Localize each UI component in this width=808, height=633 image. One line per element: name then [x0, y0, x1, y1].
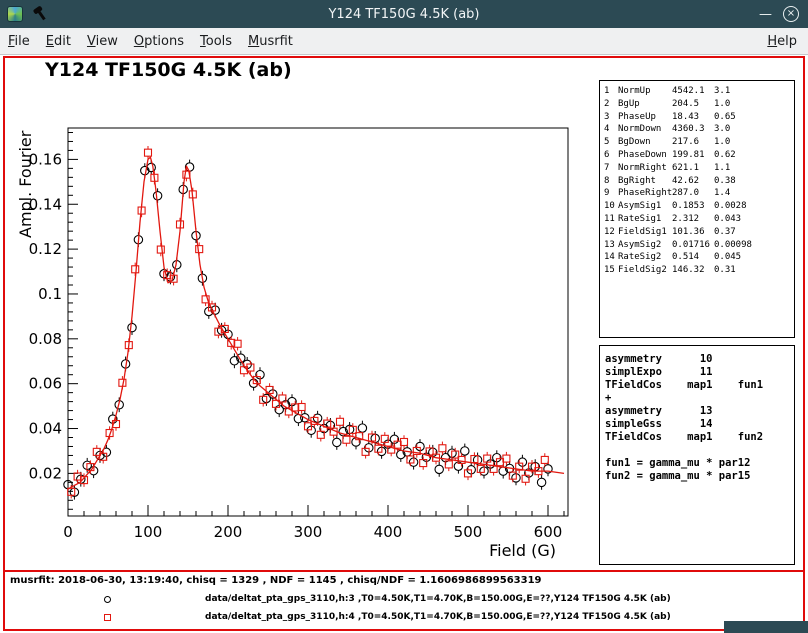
svg-text:0.08: 0.08 [29, 330, 62, 348]
param-row: 3PhaseUp18.430.65 [604, 111, 794, 124]
menu-item-view[interactable]: View [79, 34, 126, 49]
circle-marker-icon [104, 596, 111, 603]
parameters-box: 1NormUp4542.13.12BgUp204.51.03PhaseUp18.… [599, 80, 795, 338]
window-controls: — × [759, 0, 799, 28]
pin-icon [30, 4, 49, 23]
legend-label: data/deltat_pta_gps_3110,h:3 ,T0=4.50K,T… [205, 594, 671, 604]
theory-box: asymmetry 10 simplExpo 11 TFieldCos map1… [599, 345, 795, 565]
param-row: 2BgUp204.51.0 [604, 98, 794, 111]
svg-text:0.04: 0.04 [29, 420, 62, 438]
legend-row: data/deltat_pta_gps_3110,h:3 ,T0=4.50K,T… [5, 591, 803, 609]
menubar: FileEditViewOptionsToolsMusrfit Help [0, 28, 808, 55]
param-row: 6PhaseDown199.810.62 [604, 149, 794, 162]
titlebar[interactable]: Y124 TF150G 4.5K (ab) — × [0, 0, 808, 28]
param-row: 9PhaseRight287.01.4 [604, 187, 794, 200]
param-row: 8BgRight42.620.38 [604, 175, 794, 188]
square-marker-icon [104, 614, 111, 621]
svg-text:600: 600 [534, 523, 563, 541]
minimize-button[interactable]: — [759, 8, 772, 21]
svg-text:Field (G): Field (G) [489, 541, 556, 560]
legend-row: data/deltat_pta_gps_3110,h:4 ,T0=4.50K,T… [5, 609, 803, 627]
svg-text:500: 500 [454, 523, 483, 541]
svg-text:200: 200 [214, 523, 243, 541]
svg-text:300: 300 [294, 523, 323, 541]
param-row: 1NormUp4542.13.1 [604, 85, 794, 98]
legend-label: data/deltat_pta_gps_3110,h:4 ,T0=4.50K,T… [205, 612, 671, 622]
svg-text:0: 0 [63, 523, 73, 541]
app-icon [7, 6, 23, 22]
menu-items: FileEditViewOptionsToolsMusrfit [0, 34, 301, 49]
root-canvas[interactable]: Y124 TF150G 4.5K (ab) 010020030040050060… [3, 56, 805, 631]
svg-text:0.1: 0.1 [38, 285, 62, 303]
close-icon: × [787, 9, 795, 19]
param-row: 12FieldSig1101.360.37 [604, 226, 794, 239]
svg-text:0.02: 0.02 [29, 464, 62, 482]
param-row: 11RateSig12.3120.043 [604, 213, 794, 226]
param-row: 15FieldSig2146.320.31 [604, 264, 794, 277]
param-row: 13AsymSig20.017160.00098 [604, 239, 794, 252]
param-row: 5BgDown217.61.0 [604, 136, 794, 149]
param-row: 4NormDown4360.33.0 [604, 123, 794, 136]
menu-item-options[interactable]: Options [126, 34, 192, 49]
svg-text:0.06: 0.06 [29, 375, 62, 393]
param-row: 14RateSig20.5140.045 [604, 251, 794, 264]
menu-item-file[interactable]: File [0, 34, 38, 49]
divider-line [5, 570, 803, 572]
svg-text:0.12: 0.12 [29, 240, 62, 258]
desktop-corner [724, 621, 808, 633]
close-button[interactable]: × [783, 6, 799, 22]
svg-text:100: 100 [134, 523, 163, 541]
plot-svg: 0 100 200 300 400 500 600 0.02 0.04 0.06 0.08 0.1 0.… [5, 58, 605, 578]
menu-item-tools[interactable]: Tools [192, 34, 240, 49]
param-row: 10AsymSig10.18530.0028 [604, 200, 794, 213]
titlebar-icons [7, 6, 47, 22]
svg-text:Ampl. Fourier: Ampl. Fourier [16, 130, 35, 238]
fit-info: musrfit: 2018-06-30, 13:19:40, chisq = 1… [10, 575, 542, 586]
window-title: Y124 TF150G 4.5K (ab) [0, 0, 808, 28]
theory-text: asymmetry 10 simplExpo 11 TFieldCos map1… [605, 353, 794, 483]
app-window: Y124 TF150G 4.5K (ab) — × FileEditViewOp… [0, 0, 808, 633]
menu-item-edit[interactable]: Edit [38, 34, 79, 49]
param-row: 7NormRight621.11.1 [604, 162, 794, 175]
menu-item-musrfit[interactable]: Musrfit [240, 34, 301, 49]
menu-item-help[interactable]: Help [759, 34, 805, 49]
svg-text:400: 400 [374, 523, 403, 541]
legend: data/deltat_pta_gps_3110,h:3 ,T0=4.50K,T… [5, 591, 803, 627]
